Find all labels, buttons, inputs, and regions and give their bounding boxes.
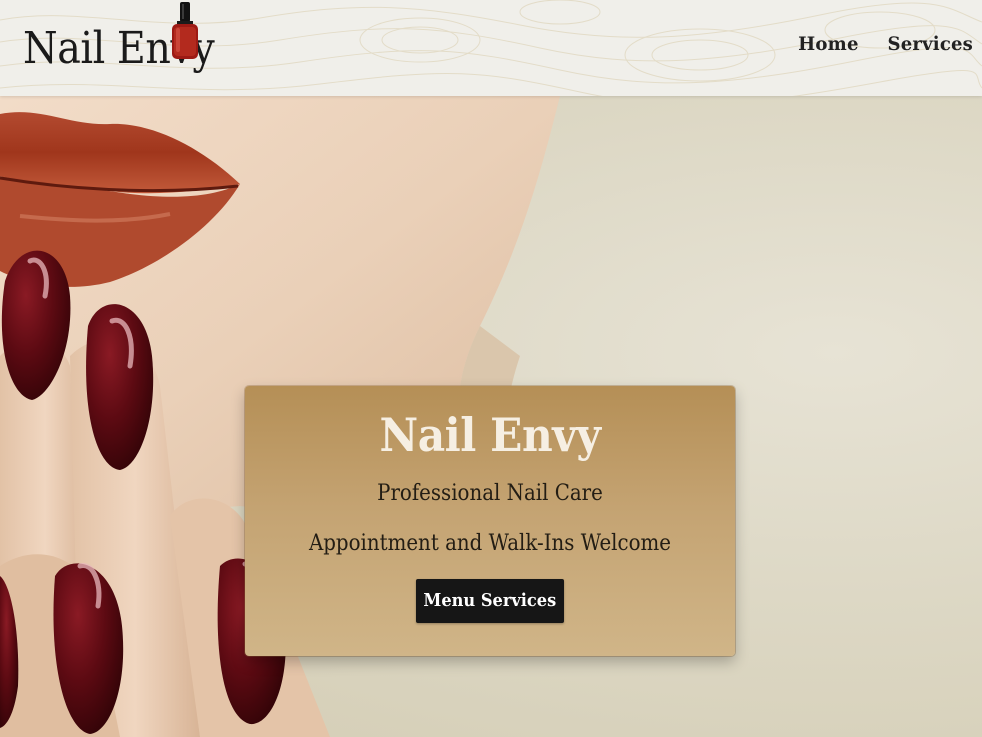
nav-home-link[interactable]: Home bbox=[799, 33, 859, 55]
menu-services-button-label: Menu Services bbox=[423, 590, 557, 611]
hero-info-card: Nail Envy Professional Nail Care Appoint… bbox=[245, 386, 735, 656]
card-subtitle: Professional Nail Care bbox=[377, 481, 603, 506]
brand-logo[interactable]: Nail Envy bbox=[23, 12, 236, 74]
menu-services-button[interactable]: Menu Services bbox=[416, 579, 564, 623]
card-title: Nail Envy bbox=[379, 408, 601, 462]
card-tagline: Appointment and Walk-Ins Welcome bbox=[308, 531, 672, 556]
nav-services-link[interactable]: Services bbox=[887, 33, 973, 55]
main-nav: Home Services bbox=[795, 33, 973, 55]
nail-polish-bottle-icon bbox=[172, 2, 198, 59]
hero-section: Nail Envy Professional Nail Care Appoint… bbox=[0, 96, 982, 737]
site-header: Nail Envy Home Services bbox=[0, 0, 982, 96]
page: Nail Envy Home Services Nail Envy Profes… bbox=[0, 0, 982, 737]
